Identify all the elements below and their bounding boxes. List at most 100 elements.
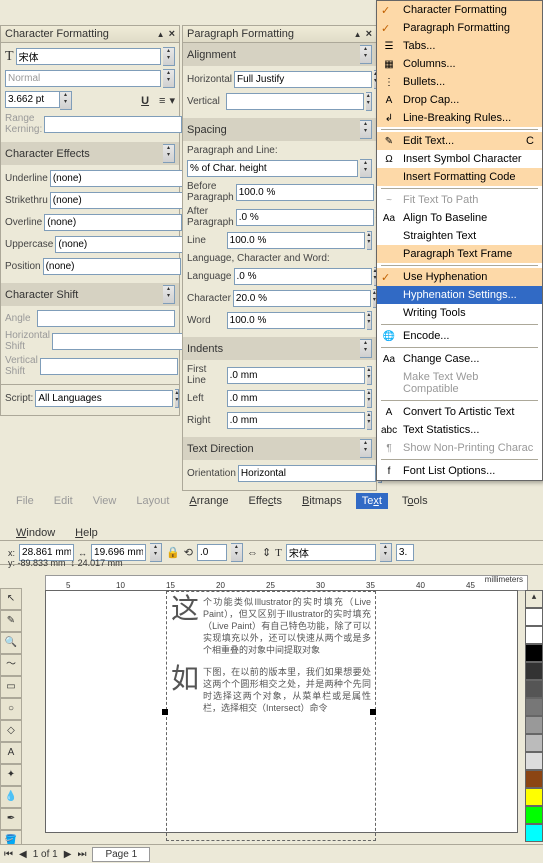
menu-item[interactable]: Paragraph Text Frame <box>377 245 542 263</box>
lang-input[interactable] <box>234 268 372 285</box>
style-combo[interactable] <box>5 70 161 87</box>
menu-item[interactable]: Hyphenation Settings... <box>377 286 542 304</box>
line-input[interactable] <box>227 232 365 249</box>
word-input[interactable] <box>227 312 365 329</box>
menu-item[interactable]: fFont List Options... <box>377 462 542 480</box>
spinner[interactable]: ▴▾ <box>367 311 372 330</box>
overline-select[interactable] <box>44 214 182 231</box>
page-nav-first[interactable]: ⏮ <box>4 849 13 860</box>
interactive-tool[interactable]: ✦ <box>0 764 22 786</box>
spinner[interactable]: ▴▾ <box>367 411 372 430</box>
menu-item[interactable]: ΩInsert Symbol Character <box>377 150 542 168</box>
underline-icon[interactable]: U <box>141 95 149 107</box>
menu-item[interactable]: ☰Tabs... <box>377 37 542 55</box>
spinner[interactable]: ▴▾ <box>231 543 243 562</box>
page-nav-next[interactable]: ▶ <box>64 849 72 860</box>
vert-select[interactable] <box>226 93 364 110</box>
shift-header[interactable]: Character Shift▴▾ <box>1 283 179 306</box>
indents-header[interactable]: Indents▴▾ <box>183 337 376 360</box>
menu-effects[interactable]: Effects <box>243 493 288 509</box>
spinner[interactable]: ▴▾ <box>150 543 162 562</box>
color-swatch[interactable] <box>525 806 543 824</box>
spinner[interactable]: ▴▾ <box>60 91 72 110</box>
menu-item[interactable]: ⋮Bullets... <box>377 73 542 91</box>
font-input[interactable] <box>286 544 376 561</box>
first-input[interactable] <box>227 367 365 384</box>
menu-item[interactable]: Insert Formatting Code <box>377 168 542 186</box>
zoom-tool[interactable]: 🔍 <box>0 632 22 654</box>
eyedropper-tool[interactable]: 💧 <box>0 786 22 808</box>
before-input[interactable] <box>236 184 374 201</box>
right-input[interactable] <box>227 412 365 429</box>
selection-handle[interactable] <box>370 709 376 715</box>
menu-edit[interactable]: Edit <box>48 493 79 509</box>
mirror-h-icon[interactable]: ⇔ <box>247 547 258 559</box>
color-swatch[interactable] <box>525 680 543 698</box>
menu-item[interactable]: ✓Use Hyphenation <box>377 268 542 286</box>
menu-item[interactable]: 🌐Encode... <box>377 327 542 345</box>
color-swatch[interactable] <box>525 734 543 752</box>
color-swatch[interactable] <box>525 662 543 680</box>
font-spinner[interactable]: ▴▾ <box>163 47 175 66</box>
spinner[interactable]: ▴▾ <box>360 339 372 358</box>
effects-header[interactable]: Character Effects▴▾ <box>1 142 179 165</box>
menu-item[interactable]: ✎Edit Text...C <box>377 132 542 150</box>
color-swatch[interactable] <box>525 788 543 806</box>
menu-item[interactable]: ✓Paragraph Formatting <box>377 19 542 37</box>
freehand-tool[interactable]: ～ <box>0 654 22 676</box>
menu-item[interactable]: abcText Statistics... <box>377 421 542 439</box>
page-tab[interactable]: Page 1 <box>92 847 150 862</box>
spinner[interactable]: ▴▾ <box>366 92 372 111</box>
text-tool[interactable]: A <box>0 742 22 764</box>
no-color-swatch[interactable] <box>525 608 543 626</box>
polygon-tool[interactable]: ◇ <box>0 720 22 742</box>
size-input[interactable] <box>396 544 414 561</box>
palette-scroll-up[interactable]: ▴ <box>525 590 543 608</box>
menu-help[interactable]: Help <box>69 525 104 541</box>
menu-item[interactable]: ADrop Cap... <box>377 91 542 109</box>
mirror-v-icon[interactable]: ⇕ <box>262 546 271 559</box>
orient-select[interactable] <box>238 465 376 482</box>
color-swatch[interactable] <box>525 752 543 770</box>
dropdown-icon[interactable]: ▾ <box>169 94 175 107</box>
spinner[interactable]: ▴▾ <box>367 366 372 385</box>
text-frame[interactable]: 这个功能类似Illustrator的实时填充（Live Paint），但又区别于… <box>166 591 376 841</box>
menu-window[interactable]: Window <box>10 525 61 541</box>
spinner[interactable]: ▴▾ <box>367 231 372 250</box>
left-input[interactable] <box>227 390 365 407</box>
menu-item[interactable]: Writing Tools <box>377 304 542 322</box>
spinner[interactable]: ▴▾ <box>360 439 372 458</box>
uppercase-select[interactable] <box>55 236 193 253</box>
strike-select[interactable] <box>50 192 188 209</box>
menu-tools[interactable]: Tools <box>396 493 434 509</box>
spacing-header[interactable]: Spacing▴▾ <box>183 118 376 141</box>
horiz-select[interactable] <box>234 71 372 88</box>
color-swatch[interactable] <box>525 644 543 662</box>
color-swatch[interactable] <box>525 698 543 716</box>
alignment-header[interactable]: Alignment▴▾ <box>183 43 376 66</box>
pl-select[interactable] <box>187 160 358 177</box>
spinner[interactable]: ▴▾ <box>367 389 372 408</box>
spinner[interactable]: ▴▾ <box>360 45 372 64</box>
menu-file[interactable]: File <box>10 493 40 509</box>
color-swatch[interactable] <box>525 626 543 644</box>
menu-item[interactable]: Straighten Text <box>377 227 542 245</box>
collapse-icon[interactable]: ▲ <box>354 30 362 39</box>
chr-input[interactable] <box>233 290 371 307</box>
color-swatch[interactable] <box>525 770 543 788</box>
format-icon[interactable]: ≡ <box>159 95 165 107</box>
dir-header[interactable]: Text Direction▴▾ <box>183 437 376 460</box>
spinner[interactable]: ▴▾ <box>360 120 372 139</box>
spinner[interactable]: ▴▾ <box>175 389 179 408</box>
spinner[interactable]: ▴▾ <box>380 543 392 562</box>
menu-bitmaps[interactable]: Bitmaps <box>296 493 348 509</box>
position-select[interactable] <box>43 258 181 275</box>
menu-item[interactable]: AaAlign To Baseline <box>377 209 542 227</box>
selection-handle[interactable] <box>162 709 168 715</box>
menu-item[interactable]: AConvert To Artistic Text <box>377 403 542 421</box>
menu-layout[interactable]: Layout <box>130 493 175 509</box>
color-swatch[interactable] <box>525 716 543 734</box>
size-input[interactable] <box>5 91 60 108</box>
menu-view[interactable]: View <box>87 493 123 509</box>
rect-tool[interactable]: ▭ <box>0 676 22 698</box>
